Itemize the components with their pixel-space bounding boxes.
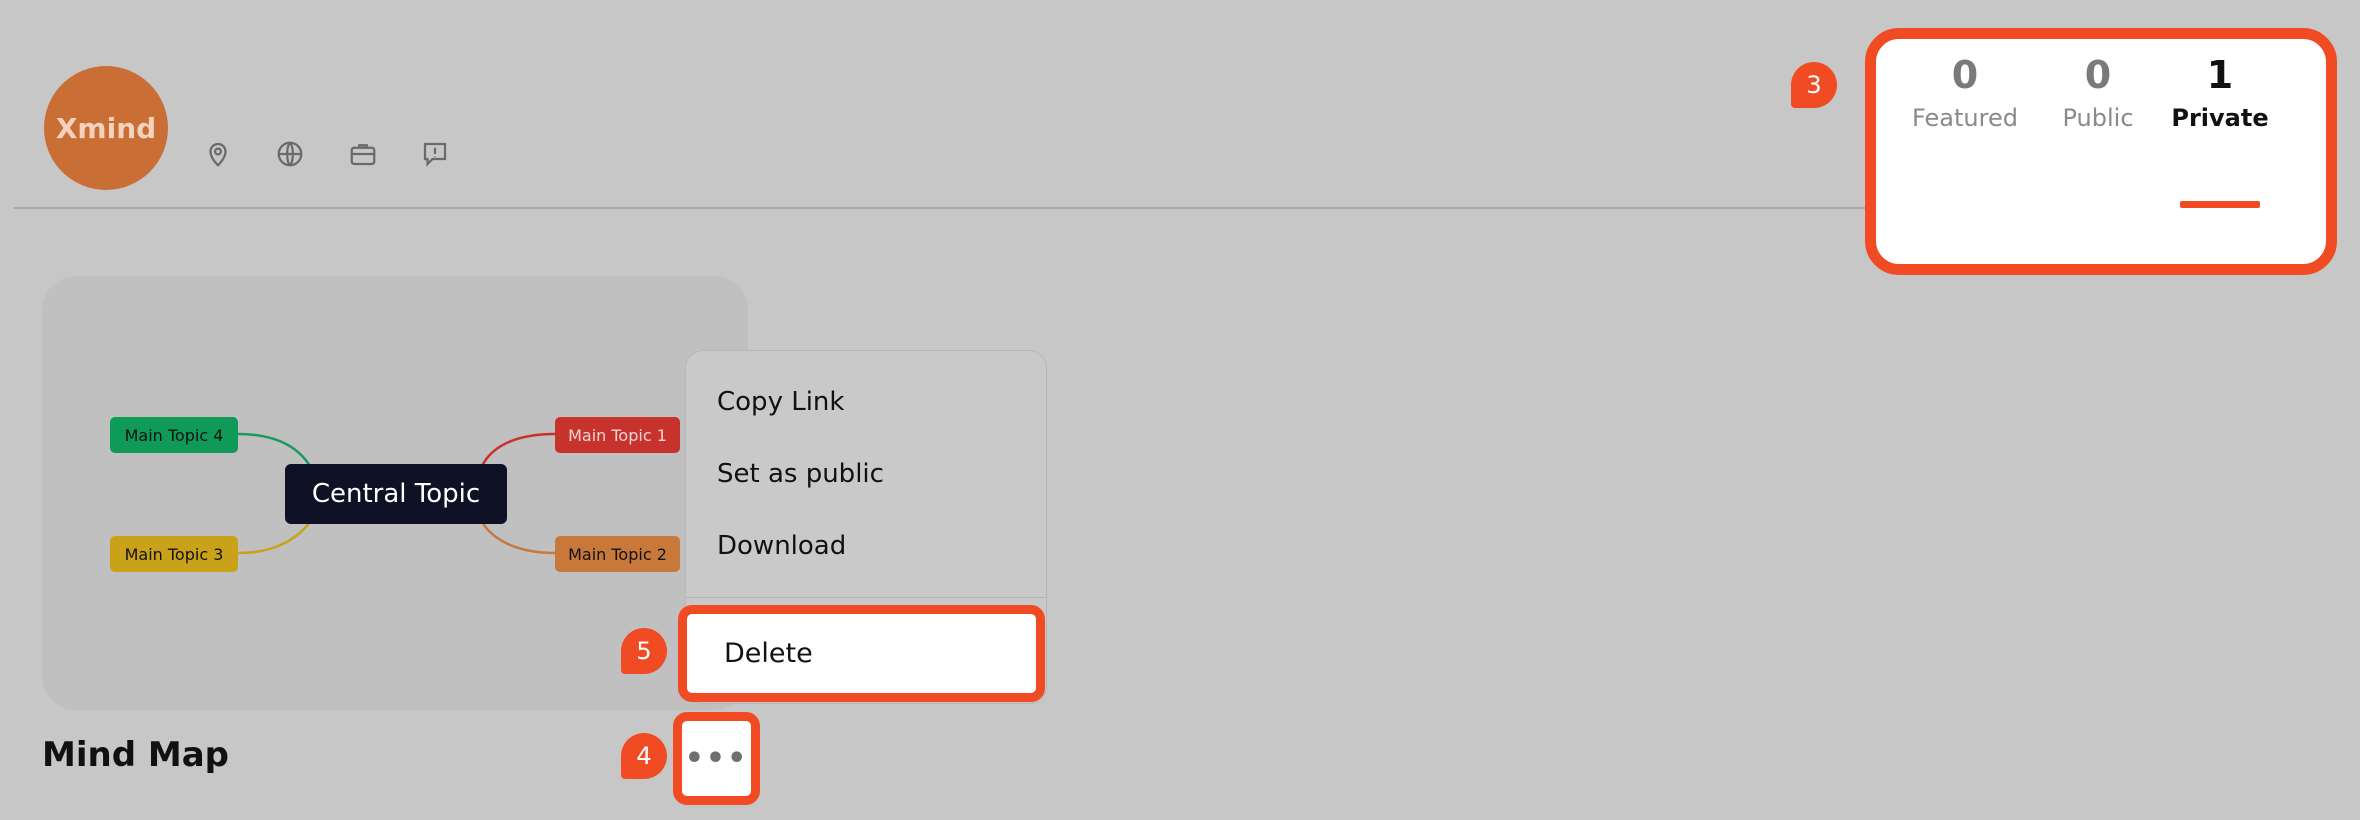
step-marker-4: 4 (621, 733, 667, 779)
public-label: Public (2062, 104, 2134, 132)
menu-item-delete[interactable]: Delete (678, 605, 1045, 702)
featured-label: Featured (1912, 104, 2018, 132)
menu-item-download[interactable]: Download (717, 531, 846, 561)
step-marker-5: 5 (621, 628, 667, 674)
central-topic-node[interactable]: Central Topic (285, 464, 507, 524)
menu-divider (686, 597, 1046, 598)
private-label: Private (2171, 104, 2269, 132)
step-marker-3: 3 (1791, 62, 1837, 108)
topic-node-1[interactable]: Main Topic 1 (555, 417, 680, 453)
public-count: 0 (2084, 53, 2112, 97)
tab-public[interactable]: 0 Public (2048, 56, 2148, 132)
topic-node-4[interactable]: Main Topic 4 (110, 417, 238, 453)
card-title: Mind Map (42, 735, 229, 775)
private-count: 1 (2206, 53, 2234, 97)
menu-item-copy-link[interactable]: Copy Link (717, 387, 844, 417)
more-dots-icon: ••• (684, 741, 749, 776)
topic-node-3[interactable]: Main Topic 3 (110, 536, 238, 572)
tab-private[interactable]: 1 Private (2170, 56, 2270, 132)
featured-count: 0 (1951, 53, 1979, 97)
mind-map-connectors (237, 432, 556, 555)
topic-node-2[interactable]: Main Topic 2 (555, 536, 680, 572)
more-options-button[interactable]: ••• (673, 712, 760, 805)
active-tab-indicator (2180, 201, 2260, 208)
menu-item-set-public[interactable]: Set as public (717, 459, 884, 489)
tab-featured[interactable]: 0 Featured (1905, 56, 2025, 132)
